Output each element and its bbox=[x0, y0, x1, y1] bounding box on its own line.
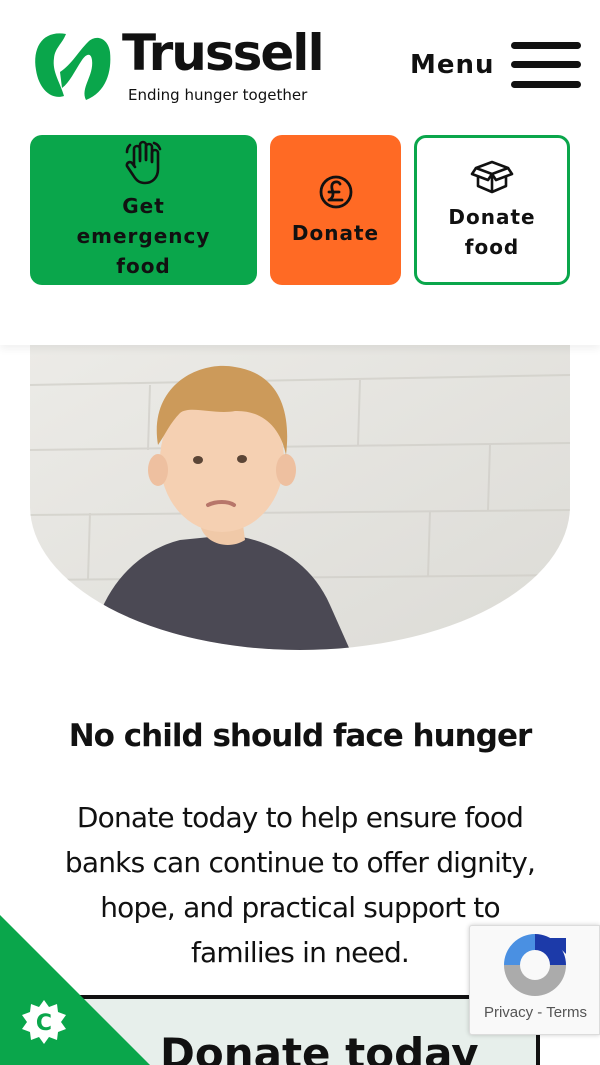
logo-wordmark: Trussell bbox=[122, 24, 325, 82]
recaptcha-icon bbox=[504, 934, 566, 996]
menu-button[interactable]: Menu bbox=[410, 40, 581, 90]
donate-label: Donate bbox=[291, 221, 380, 245]
logo-tagline: Ending hunger together bbox=[128, 86, 308, 104]
cookie-settings-button[interactable]: C bbox=[0, 915, 150, 1065]
site-header: Trussell Ending hunger together Menu Get… bbox=[0, 0, 600, 345]
cookie-icon-letter: C bbox=[36, 1011, 52, 1036]
recaptcha-badge[interactable]: Privacy - Terms bbox=[469, 925, 600, 1035]
quick-actions: Get emergency food Donate Donate food bbox=[30, 135, 570, 285]
hand-wave-icon bbox=[125, 140, 161, 185]
hero-image bbox=[30, 345, 570, 650]
trussell-logo[interactable]: Trussell Ending hunger together bbox=[30, 24, 325, 104]
recaptcha-privacy-link[interactable]: Privacy bbox=[484, 1004, 533, 1021]
menu-label: Menu bbox=[410, 50, 495, 80]
donate-today-title: Donate today bbox=[160, 1029, 479, 1065]
donate-food-button[interactable]: Donate food bbox=[414, 135, 570, 285]
donate-button[interactable]: Donate bbox=[270, 135, 401, 285]
headline: No child should face hunger bbox=[68, 718, 533, 754]
get-emergency-food-button[interactable]: Get emergency food bbox=[30, 135, 257, 285]
pound-sign-icon bbox=[319, 175, 352, 209]
hamburger-icon bbox=[510, 40, 581, 90]
recaptcha-links: Privacy - Terms bbox=[470, 1004, 600, 1021]
recaptcha-terms-link[interactable]: Terms bbox=[546, 1004, 587, 1021]
recaptcha-separator: - bbox=[533, 1004, 547, 1021]
trussell-logo-icon bbox=[35, 33, 111, 100]
child-photo bbox=[30, 345, 570, 650]
get-emergency-food-label: Get emergency food bbox=[76, 194, 211, 278]
donate-food-label: Donate food bbox=[448, 205, 536, 259]
box-icon bbox=[470, 160, 514, 194]
